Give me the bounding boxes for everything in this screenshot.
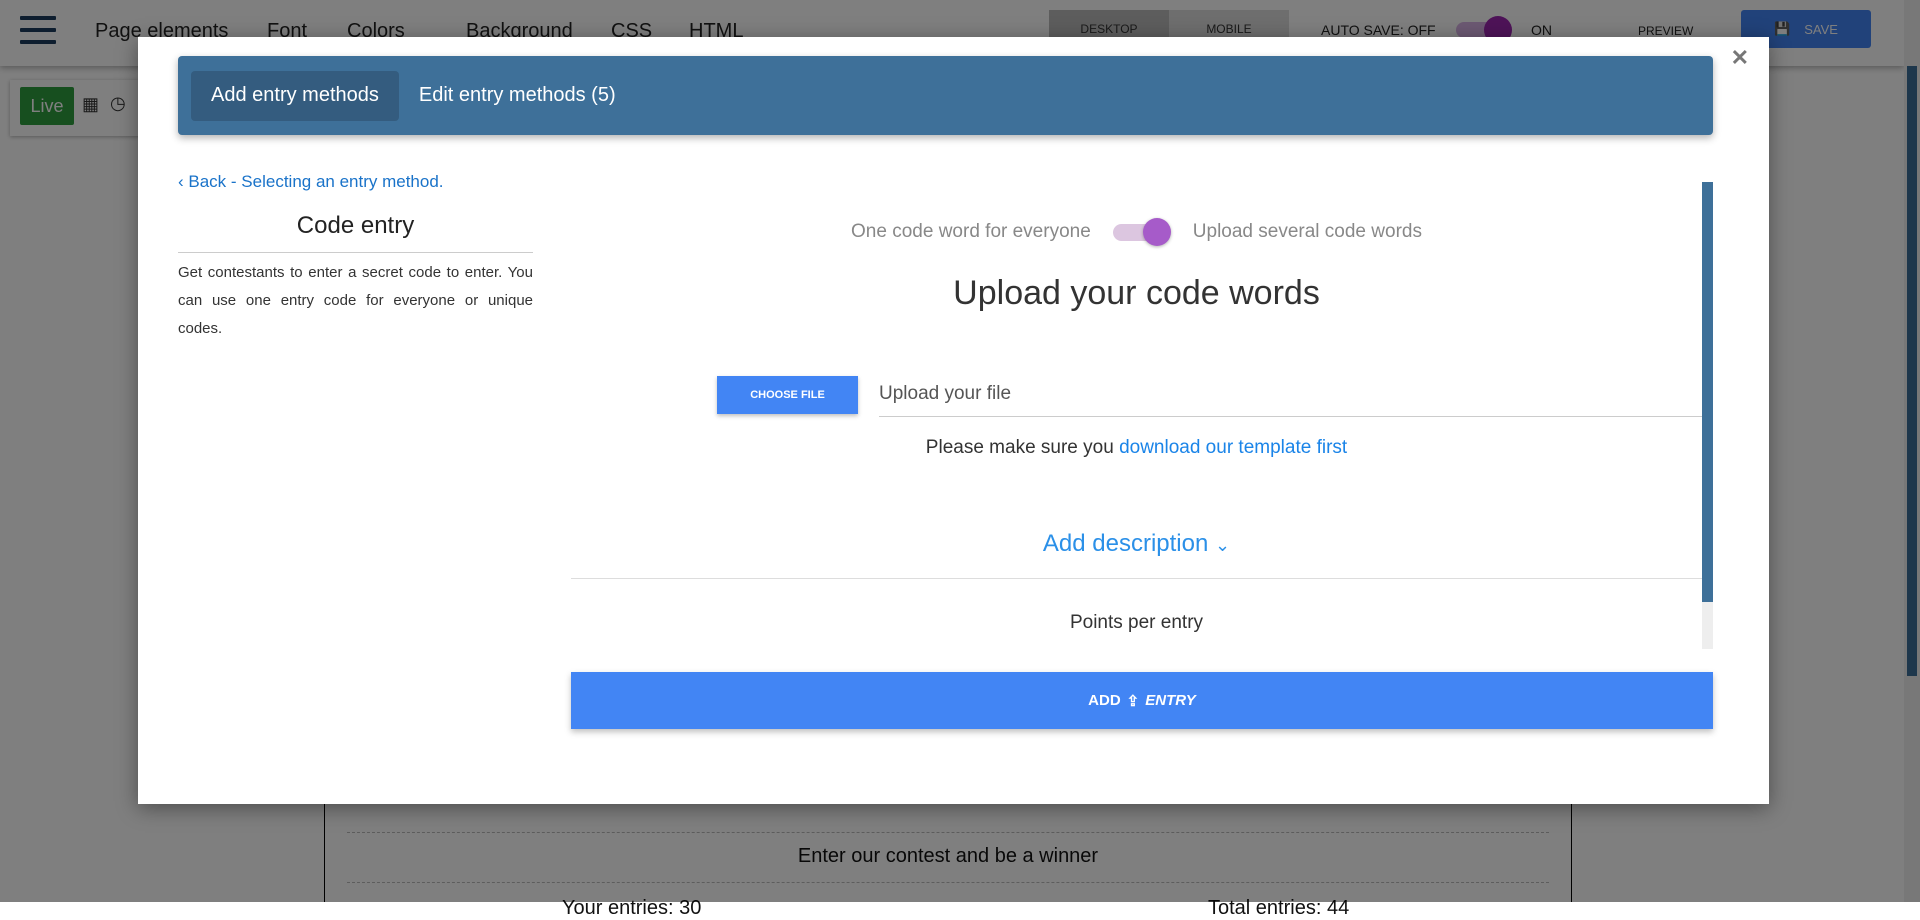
- method-settings: One code word for everyone Upload severa…: [571, 182, 1702, 686]
- tab-edit-entry-methods[interactable]: Edit entry methods (5): [399, 71, 636, 121]
- share-icon: ⇪: [1126, 692, 1140, 710]
- choose-file-button[interactable]: CHOOSE FILE: [717, 376, 858, 414]
- tab-add-entry-methods[interactable]: Add entry methods: [191, 70, 399, 121]
- add-entry-button[interactable]: ADD ⇪ ENTRY: [571, 672, 1713, 729]
- method-info: Code entry Get contestants to enter a se…: [178, 212, 533, 343]
- modal-scrollbar[interactable]: [1702, 182, 1713, 649]
- upload-file-input[interactable]: [879, 372, 1702, 417]
- back-link[interactable]: ‹ Back - Selecting an entry method.: [178, 172, 444, 192]
- upload-title: Upload your code words: [953, 274, 1320, 312]
- chevron-down-icon: ⌄: [1215, 535, 1231, 555]
- back-label: Back - Selecting an entry method.: [188, 172, 444, 191]
- add-description-label: Add description: [1042, 530, 1209, 557]
- points-label: Points per entry: [1069, 612, 1204, 633]
- chevron-left-icon: ‹: [178, 172, 189, 191]
- close-icon[interactable]: ✕: [1731, 45, 1749, 71]
- method-title: Code entry: [178, 212, 533, 253]
- entry-label: ENTRY: [1145, 692, 1196, 709]
- toggle-left-label: One code word for everyone: [851, 221, 1091, 242]
- add-description-toggle[interactable]: Add description ⌄: [571, 530, 1702, 558]
- method-description: Get contestants to enter a secret code t…: [178, 264, 533, 337]
- divider: [571, 578, 1702, 579]
- code-mode-toggle[interactable]: [1112, 218, 1171, 246]
- entry-method-modal: ✕ Add entry methods Edit entry methods (…: [138, 37, 1769, 804]
- modal-tabs: Add entry methods Edit entry methods (5): [178, 56, 1713, 135]
- download-template-link[interactable]: download our template first: [1119, 437, 1347, 458]
- template-prefix: Please make sure you: [925, 437, 1120, 458]
- template-note: Please make sure you download our templa…: [571, 437, 1702, 459]
- code-mode-row: One code word for everyone Upload severa…: [571, 218, 1702, 246]
- toggle-right-label: Upload several code words: [1192, 221, 1422, 242]
- add-label: ADD: [1088, 692, 1121, 709]
- modal-scrollbar-track: [1702, 602, 1713, 649]
